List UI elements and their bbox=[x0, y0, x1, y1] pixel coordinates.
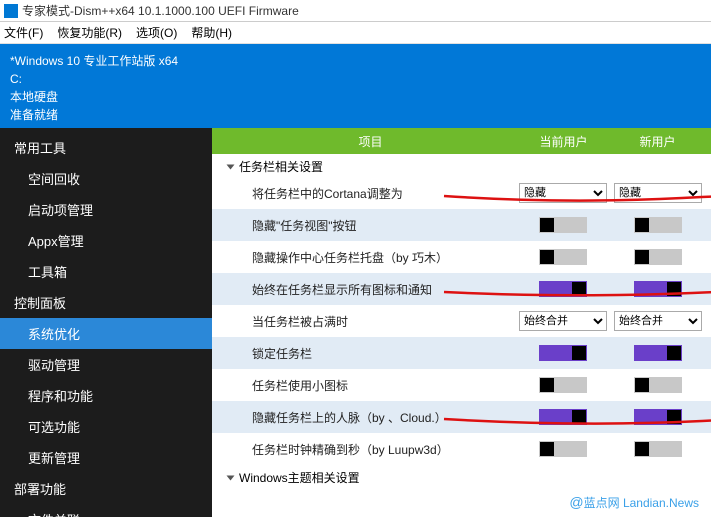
sidebar-item-optimize[interactable]: 系统优化 bbox=[0, 318, 212, 349]
setting-row: 任务栏使用小图标 bbox=[212, 369, 711, 401]
header-disk: 本地硬盘 bbox=[10, 88, 701, 106]
sidebar-item-update[interactable]: 更新管理 bbox=[0, 442, 212, 473]
new-toggle[interactable] bbox=[634, 409, 682, 425]
current-toggle[interactable] bbox=[539, 409, 587, 425]
sidebar: 常用工具 空间回收 启动项管理 Appx管理 工具箱 控制面板 系统优化 驱动管… bbox=[0, 128, 212, 517]
new-select[interactable]: 始终合并 bbox=[614, 311, 702, 331]
setting-row: 锁定任务栏 bbox=[212, 337, 711, 369]
current-toggle[interactable] bbox=[539, 441, 587, 457]
menu-file[interactable]: 文件(F) bbox=[4, 24, 43, 41]
system-header: *Windows 10 专业工作站版 x64 C: 本地硬盘 准备就绪 bbox=[0, 44, 711, 128]
sidebar-item-toolbox[interactable]: 工具箱 bbox=[0, 256, 212, 287]
section-label: 任务栏相关设置 bbox=[239, 158, 323, 175]
sidebar-cat-common: 常用工具 bbox=[0, 132, 212, 163]
new-toggle[interactable] bbox=[634, 345, 682, 361]
section-theme[interactable]: Windows主题相关设置 bbox=[212, 465, 711, 488]
current-toggle[interactable] bbox=[539, 217, 587, 233]
header-status: 准备就绪 bbox=[10, 106, 701, 124]
sidebar-item-assoc[interactable]: 文件关联 bbox=[0, 504, 212, 517]
section-taskbar[interactable]: 任务栏相关设置 bbox=[212, 154, 711, 177]
setting-label: 隐藏"任务视图"按钮 bbox=[252, 217, 513, 234]
setting-label: 任务栏使用小图标 bbox=[252, 377, 513, 394]
setting-label: 锁定任务栏 bbox=[252, 345, 513, 362]
new-toggle[interactable] bbox=[634, 281, 682, 297]
sidebar-item-driver[interactable]: 驱动管理 bbox=[0, 349, 212, 380]
titlebar-text: 专家模式-Dism++x64 10.1.1000.100 UEFI Firmwa… bbox=[22, 2, 299, 19]
setting-row: 隐藏"任务视图"按钮 bbox=[212, 209, 711, 241]
menubar: 文件(F) 恢复功能(R) 选项(O) 帮助(H) bbox=[0, 22, 711, 44]
sidebar-cat-deploy: 部署功能 bbox=[0, 473, 212, 504]
setting-row: 将任务栏中的Cortana调整为隐藏隐藏 bbox=[212, 177, 711, 209]
expand-icon bbox=[227, 475, 235, 480]
sidebar-cat-control: 控制面板 bbox=[0, 287, 212, 318]
header-drive: C: bbox=[10, 70, 701, 88]
sidebar-item-optional[interactable]: 可选功能 bbox=[0, 411, 212, 442]
setting-row: 隐藏操作中心任务栏托盘（by 巧木） bbox=[212, 241, 711, 273]
current-toggle[interactable] bbox=[539, 249, 587, 265]
current-toggle[interactable] bbox=[539, 345, 587, 361]
col-new: 新用户 bbox=[616, 133, 711, 150]
app-icon bbox=[4, 4, 18, 18]
setting-label: 将任务栏中的Cortana调整为 bbox=[252, 185, 513, 202]
content: 项目 当前用户 新用户 任务栏相关设置 将任务栏中的Cortana调整为隐藏隐藏… bbox=[212, 128, 711, 517]
sidebar-item-appx[interactable]: Appx管理 bbox=[0, 225, 212, 256]
setting-label: 隐藏操作中心任务栏托盘（by 巧木） bbox=[252, 249, 513, 266]
current-select[interactable]: 始终合并 bbox=[519, 311, 607, 331]
sidebar-item-programs[interactable]: 程序和功能 bbox=[0, 380, 212, 411]
titlebar: 专家模式-Dism++x64 10.1.1000.100 UEFI Firmwa… bbox=[0, 0, 711, 22]
column-header: 项目 当前用户 新用户 bbox=[212, 128, 711, 154]
new-toggle[interactable] bbox=[634, 441, 682, 457]
setting-label: 当任务栏被占满时 bbox=[252, 313, 513, 330]
section-label: Windows主题相关设置 bbox=[239, 469, 360, 486]
sidebar-item-space[interactable]: 空间回收 bbox=[0, 163, 212, 194]
expand-icon bbox=[227, 164, 235, 169]
new-toggle[interactable] bbox=[634, 249, 682, 265]
setting-row: 当任务栏被占满时始终合并始终合并 bbox=[212, 305, 711, 337]
new-toggle[interactable] bbox=[634, 377, 682, 393]
watermark: @@蓝点网 Landian.News蓝点网 Landian.News bbox=[569, 494, 699, 511]
header-os: *Windows 10 专业工作站版 x64 bbox=[10, 52, 701, 70]
setting-row: 始终在任务栏显示所有图标和通知 bbox=[212, 273, 711, 305]
setting-label: 隐藏任务栏上的人脉（by 、Cloud.） bbox=[252, 409, 513, 426]
main: 常用工具 空间回收 启动项管理 Appx管理 工具箱 控制面板 系统优化 驱动管… bbox=[0, 128, 711, 517]
menu-help[interactable]: 帮助(H) bbox=[191, 24, 232, 41]
current-toggle[interactable] bbox=[539, 377, 587, 393]
new-select[interactable]: 隐藏 bbox=[614, 183, 702, 203]
current-select[interactable]: 隐藏 bbox=[519, 183, 607, 203]
menu-options[interactable]: 选项(O) bbox=[136, 24, 177, 41]
col-current: 当前用户 bbox=[511, 133, 616, 150]
sidebar-item-startup[interactable]: 启动项管理 bbox=[0, 194, 212, 225]
new-toggle[interactable] bbox=[634, 217, 682, 233]
setting-row: 任务栏时钟精确到秒（by Luupw3d） bbox=[212, 433, 711, 465]
col-item: 项目 bbox=[230, 133, 511, 150]
current-toggle[interactable] bbox=[539, 281, 587, 297]
setting-label: 任务栏时钟精确到秒（by Luupw3d） bbox=[252, 441, 513, 458]
setting-row: 隐藏任务栏上的人脉（by 、Cloud.） bbox=[212, 401, 711, 433]
menu-recover[interactable]: 恢复功能(R) bbox=[57, 24, 122, 41]
setting-label: 始终在任务栏显示所有图标和通知 bbox=[252, 281, 513, 298]
